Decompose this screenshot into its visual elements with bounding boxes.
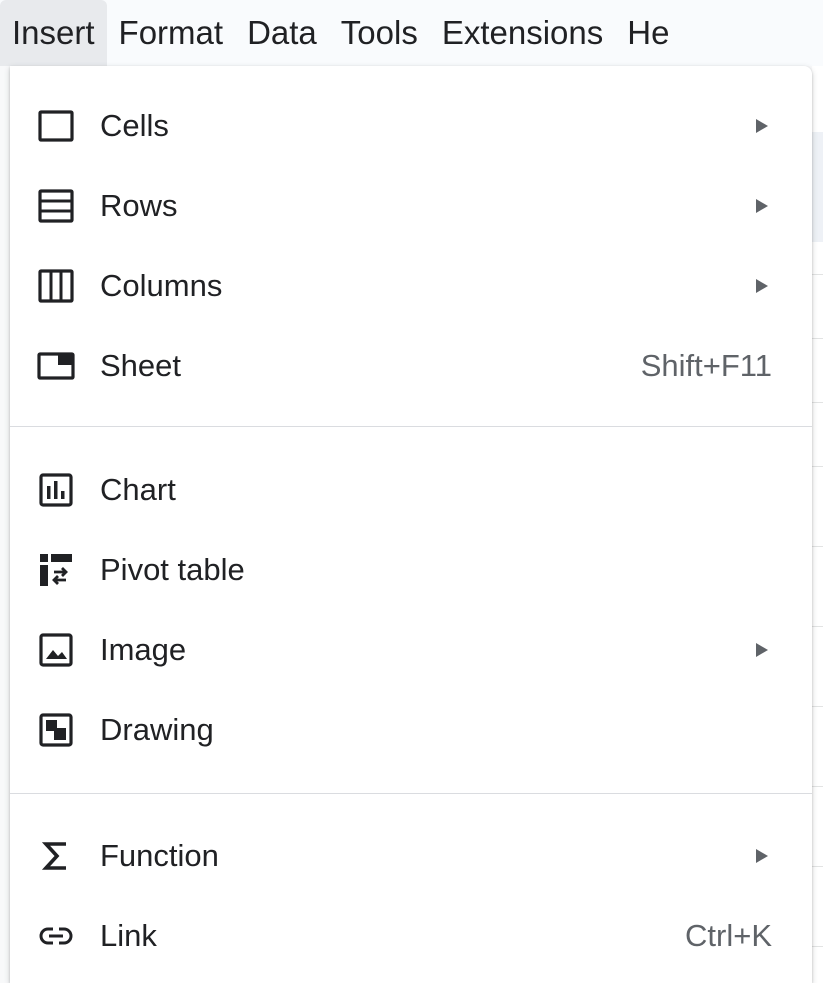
menu-item-label: Chart xyxy=(100,472,176,507)
menu-format[interactable]: Format xyxy=(107,0,236,66)
menu-item-label: Sheet xyxy=(100,348,182,383)
pivot-table-icon xyxy=(36,550,76,590)
grid-line xyxy=(812,706,823,707)
menu-item-label: Cells xyxy=(100,108,169,143)
grid-line xyxy=(812,786,823,787)
submenu-arrow-icon xyxy=(756,119,768,133)
menu-item-chart[interactable]: Chart xyxy=(10,450,812,530)
menu-item-label: Columns xyxy=(100,268,223,303)
grid-line xyxy=(812,546,823,547)
grid-line xyxy=(812,402,823,403)
menu-item-columns[interactable]: Columns xyxy=(10,246,812,326)
menu-item-label: Function xyxy=(100,838,219,873)
menu-item-label: Link xyxy=(100,918,157,953)
menu-item-rows[interactable]: Rows xyxy=(10,166,812,246)
menu-divider xyxy=(10,426,812,427)
grid-line xyxy=(812,466,823,467)
grid-line xyxy=(812,338,823,339)
submenu-arrow-icon xyxy=(756,849,768,863)
grid-line xyxy=(812,274,823,275)
submenu-arrow-icon xyxy=(756,279,768,293)
image-icon xyxy=(36,630,76,670)
grid-line xyxy=(812,946,823,947)
insert-menu-dropdown: Cells Rows Columns Sheet Shift+F11 Chart… xyxy=(10,66,812,983)
menu-tools[interactable]: Tools xyxy=(329,0,430,66)
menu-item-link[interactable]: Link Ctrl+K xyxy=(10,896,812,976)
drawing-icon xyxy=(36,710,76,750)
menu-divider xyxy=(10,793,812,794)
menu-item-sheet[interactable]: Sheet Shift+F11 xyxy=(10,326,812,406)
menu-bar: Insert Format Data Tools Extensions He xyxy=(0,0,823,66)
chart-icon xyxy=(36,470,76,510)
menu-data[interactable]: Data xyxy=(235,0,329,66)
app-window: Insert Format Data Tools Extensions He C… xyxy=(0,0,823,983)
cells-icon xyxy=(36,106,76,146)
menu-item-cells[interactable]: Cells xyxy=(10,86,812,166)
link-icon xyxy=(36,916,76,956)
menu-item-pivot-table[interactable]: Pivot table xyxy=(10,530,812,610)
rows-icon xyxy=(36,186,76,226)
menu-extensions[interactable]: Extensions xyxy=(430,0,615,66)
menu-item-drawing[interactable]: Drawing xyxy=(10,690,812,770)
menu-item-label: Image xyxy=(100,632,187,667)
menu-insert[interactable]: Insert xyxy=(0,0,107,66)
spreadsheet-background xyxy=(812,66,823,983)
keyboard-shortcut: Shift+F11 xyxy=(640,348,772,383)
keyboard-shortcut: Ctrl+K xyxy=(685,918,772,953)
menu-item-function[interactable]: Function xyxy=(10,816,812,896)
submenu-arrow-icon xyxy=(756,643,768,657)
menu-item-image[interactable]: Image xyxy=(10,610,812,690)
spreadsheet-header-strip xyxy=(812,132,823,242)
sheet-icon xyxy=(36,346,76,386)
menu-help[interactable]: He xyxy=(615,0,681,66)
menu-item-label: Drawing xyxy=(100,712,214,747)
menu-item-label: Pivot table xyxy=(100,552,245,587)
menu-item-label: Rows xyxy=(100,188,178,223)
columns-icon xyxy=(36,266,76,306)
sigma-icon xyxy=(36,836,76,876)
grid-line xyxy=(812,626,823,627)
grid-line xyxy=(812,866,823,867)
submenu-arrow-icon xyxy=(756,199,768,213)
